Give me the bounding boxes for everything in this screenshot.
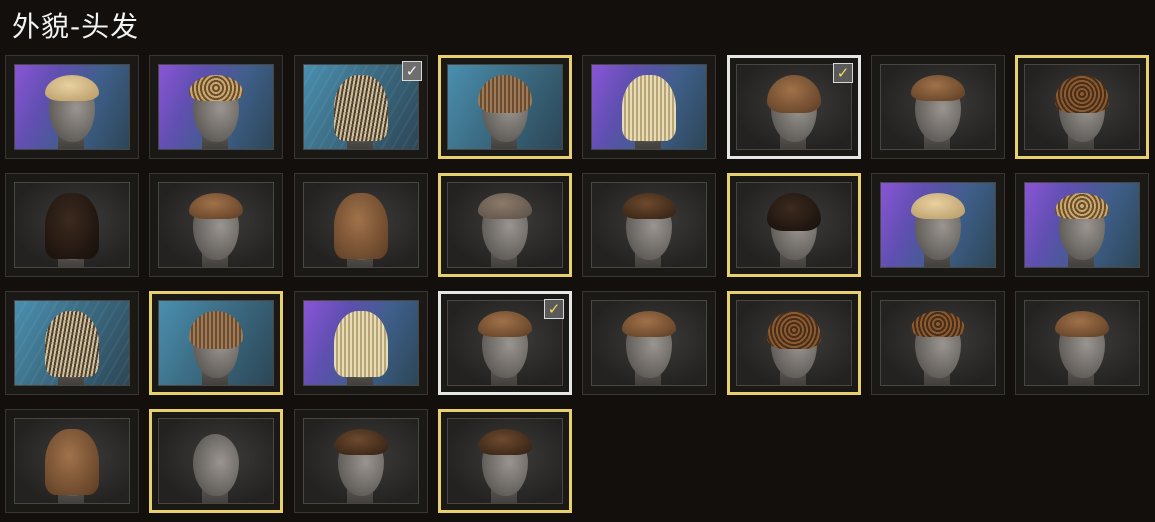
hair-option-tile[interactable] (582, 291, 716, 395)
hair-option-tile[interactable]: ✓ (727, 55, 861, 159)
hair-style (767, 75, 821, 114)
hair-style (189, 311, 243, 350)
hair-preview-image (447, 418, 563, 504)
hair-preview-image (1024, 300, 1140, 386)
hair-style (911, 311, 965, 338)
hair-selection-panel: 外貌-头发 ✓ ✓ ✓ (0, 0, 1155, 522)
hair-preview-image (158, 300, 274, 386)
hair-option-tile[interactable] (1015, 55, 1149, 159)
hair-option-tile[interactable] (582, 173, 716, 277)
hair-option-tile[interactable] (294, 173, 428, 277)
hair-style (767, 311, 821, 350)
hair-style (911, 193, 965, 220)
hair-style (478, 429, 532, 456)
hair-style (45, 193, 99, 260)
hair-preview-image (591, 64, 707, 150)
hair-option-tile[interactable] (582, 55, 716, 159)
hair-preview-image (1024, 182, 1140, 268)
hair-preview-image (591, 300, 707, 386)
hair-preview-image (1024, 64, 1140, 150)
equipped-check-icon: ✓ (402, 61, 422, 81)
hair-style (1055, 75, 1109, 114)
hair-preview-image (303, 418, 419, 504)
hair-style (189, 75, 243, 102)
page-title: 外貌-头发 (12, 10, 140, 43)
hair-option-tile[interactable] (438, 409, 572, 513)
hair-preview-image (14, 182, 130, 268)
hair-option-tile[interactable] (871, 291, 1005, 395)
hair-option-tile[interactable] (5, 173, 139, 277)
hair-preview-image (447, 64, 563, 150)
hair-style (1055, 193, 1109, 220)
hair-preview-image (303, 300, 419, 386)
hair-preview-image (880, 64, 996, 150)
hair-option-tile[interactable] (1015, 291, 1149, 395)
hair-style (334, 75, 388, 142)
hair-style (478, 193, 532, 220)
hair-option-tile[interactable] (727, 173, 861, 277)
hair-option-tile[interactable] (5, 55, 139, 159)
equipped-check-icon: ✓ (833, 63, 853, 83)
hair-option-tile[interactable] (438, 55, 572, 159)
hair-option-tile[interactable] (438, 173, 572, 277)
hair-style (334, 193, 388, 260)
hair-option-tile[interactable]: ✓ (294, 55, 428, 159)
hair-preview-image (14, 64, 130, 150)
hair-option-tile[interactable] (149, 173, 283, 277)
hair-style (334, 311, 388, 378)
hair-preview-image (880, 300, 996, 386)
hair-preview-image (736, 300, 852, 386)
hair-preview-image (736, 182, 852, 268)
hair-preview-image (14, 300, 130, 386)
hair-style (45, 311, 99, 378)
character-head (193, 434, 239, 497)
equipped-check-icon: ✓ (544, 299, 564, 319)
hair-option-tile[interactable] (727, 291, 861, 395)
hair-style (911, 75, 965, 102)
hair-option-tile[interactable] (149, 291, 283, 395)
hair-style (189, 193, 243, 220)
hair-preview-image (14, 418, 130, 504)
hair-option-tile[interactable] (294, 409, 428, 513)
hair-preview-image (880, 182, 996, 268)
hair-style (334, 429, 388, 456)
hair-option-tile[interactable] (871, 55, 1005, 159)
hair-option-tile[interactable] (1015, 173, 1149, 277)
hair-style (478, 75, 532, 114)
hair-preview-image (303, 182, 419, 268)
hair-preview-image (158, 64, 274, 150)
hair-style (622, 193, 676, 220)
hair-preview-image (158, 418, 274, 504)
hair-style (478, 311, 532, 338)
hair-option-tile[interactable]: ✓ (438, 291, 572, 395)
hair-style (45, 429, 99, 496)
hair-preview-image (158, 182, 274, 268)
hair-style (622, 311, 676, 338)
hair-option-tile[interactable] (5, 291, 139, 395)
hair-option-tile[interactable] (294, 291, 428, 395)
hair-style (45, 75, 99, 102)
hair-style (1055, 311, 1109, 338)
hair-option-tile[interactable] (871, 173, 1005, 277)
hair-style-grid: ✓ ✓ ✓ (5, 55, 1151, 517)
hair-option-tile[interactable] (149, 55, 283, 159)
hair-style (622, 75, 676, 142)
hair-option-tile[interactable] (5, 409, 139, 513)
hair-style (767, 193, 821, 232)
hair-preview-image (591, 182, 707, 268)
hair-option-tile[interactable] (149, 409, 283, 513)
hair-preview-image (447, 182, 563, 268)
